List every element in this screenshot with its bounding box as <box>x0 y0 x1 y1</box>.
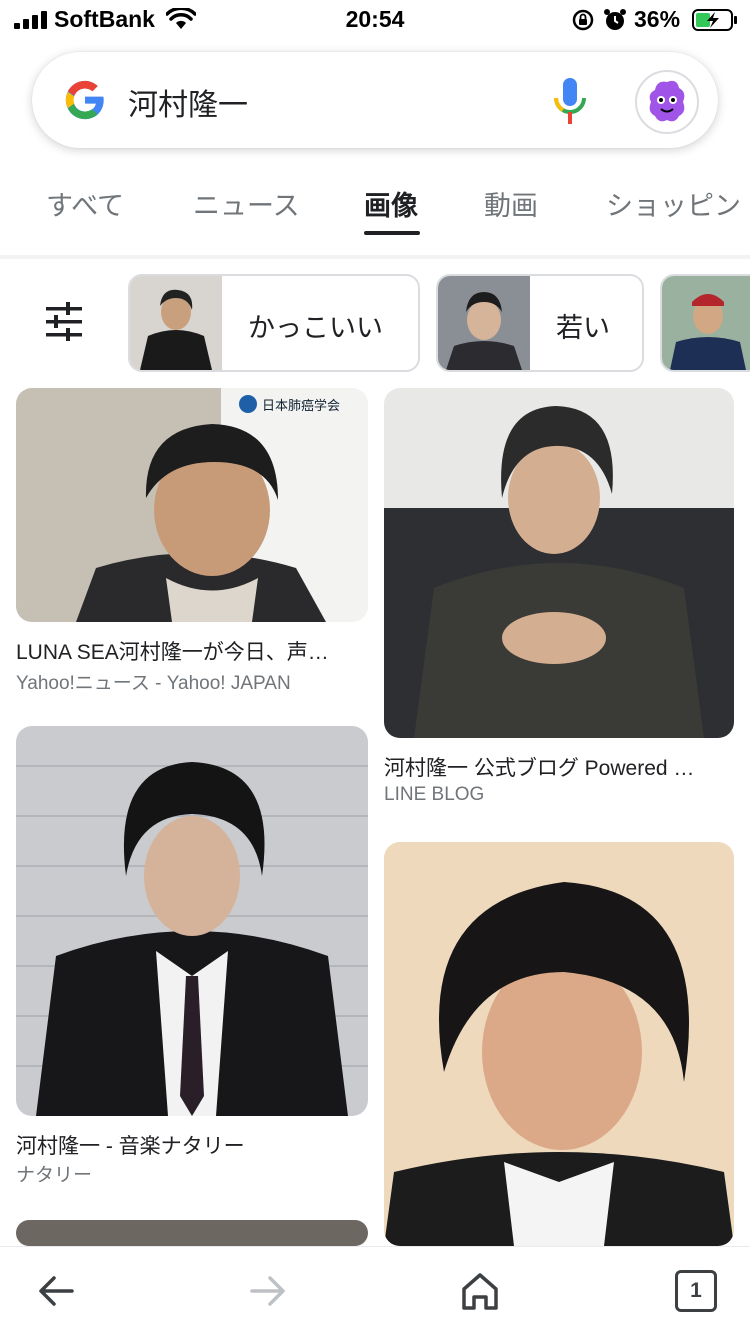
image-result[interactable]: 河村隆一 - 音楽ナタリー ナタリー <box>16 726 368 1186</box>
result-image <box>16 726 368 1116</box>
tab-shopping[interactable]: ショッピン <box>606 184 741 223</box>
alarm-icon <box>604 9 626 30</box>
tab-images[interactable]: 画像 <box>364 184 418 223</box>
battery-charging-icon <box>692 9 737 31</box>
chip-partial[interactable] <box>660 274 750 372</box>
image-result[interactable]: 日本肺癌学会 LUNA SEA河村隆一が今日、声… Yahoo!ニュース - Y… <box>16 388 368 698</box>
home-icon[interactable] <box>456 1267 504 1315</box>
result-image <box>384 388 734 738</box>
result-source: Yahoo!ニュース - Yahoo! JAPAN <box>16 673 291 694</box>
chip-thumbnail <box>662 276 750 370</box>
chip-thumbnail <box>130 276 222 370</box>
result-source: LINE BLOG <box>384 784 485 805</box>
result-title[interactable]: 河村隆一 - 音楽ナタリー <box>16 1130 245 1160</box>
tabs-icon[interactable]: 1 <box>672 1267 720 1315</box>
back-arrow-icon[interactable] <box>32 1267 80 1315</box>
tab-all[interactable]: すべて <box>46 184 124 223</box>
image-result[interactable] <box>384 842 734 1246</box>
search-query[interactable]: 河村隆一 <box>128 80 248 124</box>
rotation-lock-icon <box>572 9 594 31</box>
avatar-monster-icon <box>649 80 685 122</box>
status-bar: SoftBank 20:54 36% <box>0 0 750 40</box>
chip-label: 若い <box>556 313 610 343</box>
tab-news[interactable]: ニュース <box>193 184 300 223</box>
result-image <box>16 1220 368 1246</box>
chip-wakai[interactable]: 若い <box>436 274 644 372</box>
avatar[interactable] <box>635 70 699 134</box>
image-result[interactable] <box>16 1220 368 1246</box>
battery-percent: 36% <box>634 6 681 32</box>
result-title[interactable]: 河村隆一 公式ブログ Powered … <box>384 752 694 782</box>
google-logo-icon <box>65 80 104 120</box>
logo-text: 日本肺癌学会 <box>262 398 340 413</box>
result-image: 日本肺癌学会 <box>16 388 368 622</box>
filter-sliders-icon[interactable] <box>42 300 86 344</box>
tab-count: 1 <box>675 1270 717 1312</box>
search-bar[interactable]: 河村隆一 <box>32 52 718 148</box>
result-title[interactable]: LUNA SEA河村隆一が今日、声… <box>16 636 329 666</box>
active-tab-indicator <box>364 231 420 235</box>
forward-arrow-icon[interactable] <box>244 1267 292 1315</box>
chip-label: かっこいい <box>248 313 383 343</box>
search-tabs: すべて ニュース 画像 動画 ショッピン <box>0 170 750 240</box>
tab-videos[interactable]: 動画 <box>484 184 538 223</box>
chip-thumbnail <box>438 276 530 370</box>
mic-icon[interactable] <box>552 76 588 126</box>
bottom-toolbar: 1 <box>0 1246 750 1335</box>
result-source: ナタリー <box>16 1165 93 1186</box>
result-image <box>384 842 734 1246</box>
chip-kakkoii[interactable]: かっこいい <box>128 274 420 372</box>
divider <box>0 255 750 259</box>
image-result[interactable]: 河村隆一 公式ブログ Powered … LINE BLOG <box>384 388 734 808</box>
